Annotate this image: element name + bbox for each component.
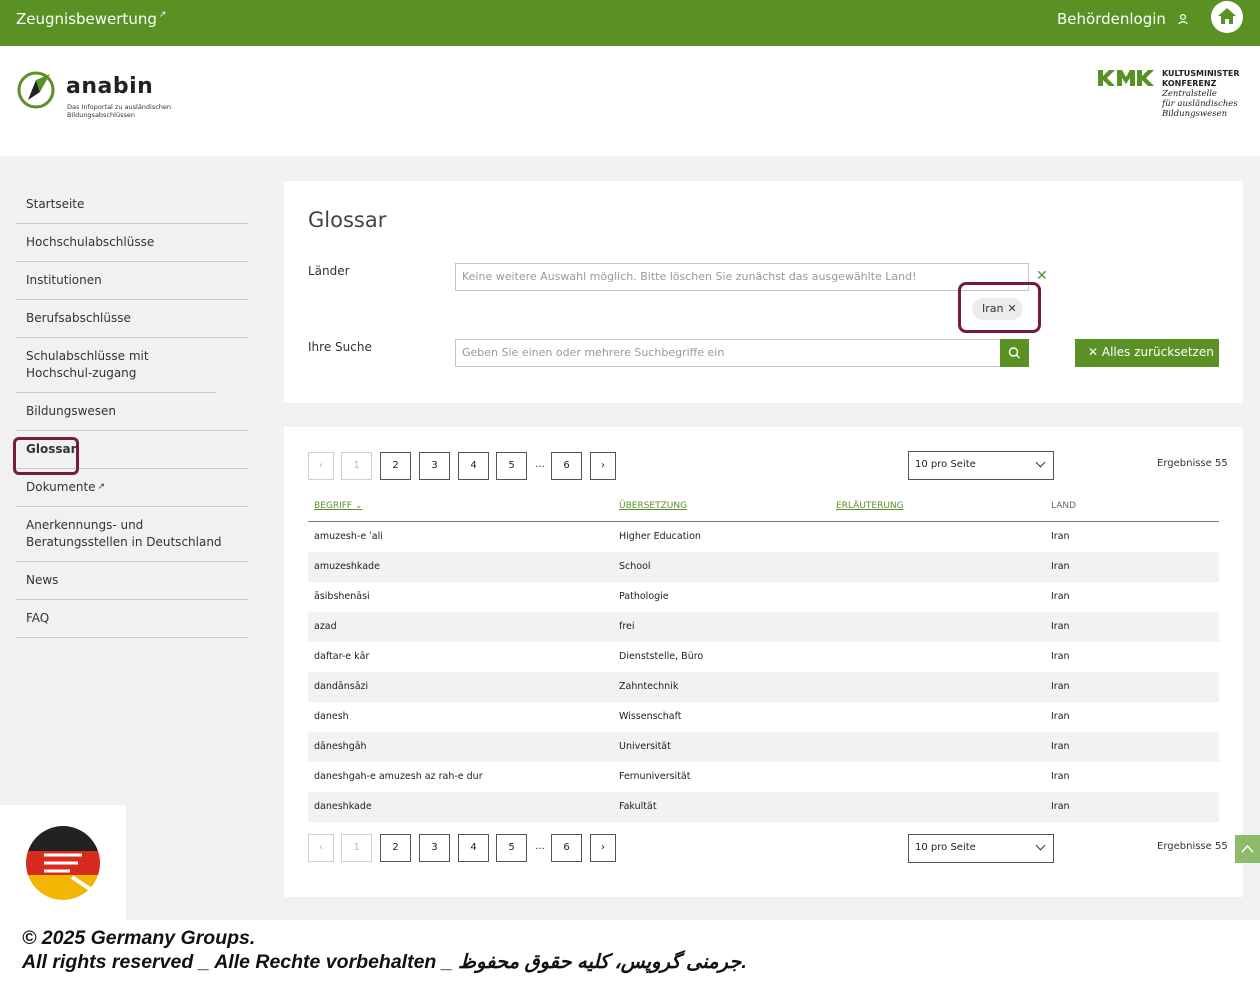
close-icon: ✕ [1088,345,1102,359]
search-panel: Glossar Länder Keine weitere Auswahl mög… [284,181,1243,403]
copyright-notice: © 2025 Germany Groups. All rights reserv… [22,927,747,973]
per-page-select[interactable]: 10 pro Seite [908,834,1054,863]
chevron-down-icon: ⌄ [354,501,363,511]
user-icon [1177,13,1188,25]
result-count: Ergebnisse 55 [1157,841,1228,852]
page-button[interactable]: 5 [496,834,527,862]
search-icon [1008,347,1020,359]
sidebar-item-hochschulabschluesse[interactable]: Hochschulabschlüsse [16,224,248,262]
column-header-begriff[interactable]: BEGRIFF ⌄ [314,501,363,511]
column-header-land: LAND [1051,501,1077,511]
sidebar-nav: Startseite Hochschulabschlüsse Instituti… [16,186,248,638]
highlight-frame [958,282,1041,333]
prev-page-button[interactable]: ‹ [308,452,334,480]
search-button[interactable] [1000,339,1029,367]
results-panel: ‹ 1 2 3 4 5 ... 6 › 10 pro Seite Ergebni… [284,427,1243,897]
germany-groups-badge [0,805,126,920]
reset-all-button[interactable]: ✕ Alles zurücksetzen [1075,339,1219,367]
countries-label: Länder [308,264,350,278]
next-page-button[interactable]: › [590,452,616,480]
sidebar-item-startseite[interactable]: Startseite [16,186,248,224]
prev-page-button[interactable]: ‹ [308,834,334,862]
query-label: Ihre Suche [308,340,372,354]
table-row[interactable]: āsibshenāsi Pathologie Iran [308,582,1219,612]
chevron-up-icon [1241,844,1254,853]
page-button[interactable]: 3 [419,452,450,480]
table-row[interactable]: daneshgah-e amuzesh az rah-e dur Fernuniv… [308,762,1219,792]
page-title: Glossar [308,208,387,232]
zeugnisbewertung-link[interactable]: Zeugnisbewertung ↗ [16,10,166,28]
sidebar-item-news[interactable]: News [16,562,248,600]
table-row[interactable]: daftar-e kār Dienststelle, Büro Iran [308,642,1219,672]
external-link-icon: ↗ [97,482,106,492]
sidebar-item-institutionen[interactable]: Institutionen [16,262,248,300]
table-row[interactable]: dāneshgāh Universität Iran [308,732,1219,762]
sidebar-item-bildungswesen[interactable]: Bildungswesen [16,393,248,431]
per-page-select[interactable]: 10 pro Seite [908,451,1054,480]
page-button[interactable]: 6 [551,834,582,862]
home-icon [1218,8,1236,24]
table-row[interactable]: amuzeshkade School Iran [308,552,1219,582]
site-header: anabin Das Infoportal zu ausländischen B… [0,46,1260,156]
table-row[interactable]: daneshkade Fakultät Iran [308,792,1219,822]
pagination-ellipsis: ... [533,452,547,480]
highlight-frame [13,437,79,475]
page-button[interactable]: 3 [419,834,450,862]
result-count: Ergebnisse 55 [1157,458,1228,469]
search-input[interactable]: Geben Sie einen oder mehrere Suchbegriff… [455,339,1001,367]
sidebar-item-schulabschluesse[interactable]: Schulabschlüsse mit Hochschul-zugang [16,338,216,393]
behoerdenlogin-link[interactable]: Behördenlogin [1057,10,1189,28]
page-button[interactable]: 2 [380,834,411,862]
page-button[interactable]: 4 [458,834,489,862]
logo-tagline: Das Infoportal zu ausländischen Bildungs… [67,103,172,119]
scroll-to-top-button[interactable] [1235,835,1260,863]
top-bar: Zeugnisbewertung ↗ Behördenlogin [0,0,1260,46]
table-row[interactable]: danesh Wissenschaft Iran [308,702,1219,732]
page-button[interactable]: 1 [341,834,372,862]
column-header-erlaeuterung[interactable]: ERLÄUTERUNG [836,501,904,511]
page-button[interactable]: 4 [458,452,489,480]
chevron-down-icon [1035,840,1046,851]
clear-countries-icon[interactable]: ✕ [1036,268,1048,284]
countries-input[interactable]: Keine weitere Auswahl möglich. Bitte lös… [455,263,1029,291]
table-row[interactable]: amuzesh-e ˈali Higher Education Iran [308,522,1219,552]
column-header-uebersetzung[interactable]: ÜBERSETZUNG [619,501,687,511]
anabin-logo-icon[interactable] [16,70,56,110]
page-button[interactable]: 5 [496,452,527,480]
pagination-ellipsis: ... [533,834,547,862]
external-link-icon: ↗ [158,10,167,20]
sidebar-item-anerkennungsstellen[interactable]: Anerkennungs- und Beratungsstellen in De… [16,507,248,562]
results-table: amuzesh-e ˈali Higher Education Iran amuze… [308,522,1219,822]
kmk-logo-icon[interactable] [1098,68,1154,88]
logo-name: anabin [66,74,154,99]
next-page-button[interactable]: › [590,834,616,862]
page-button[interactable]: 1 [341,452,372,480]
page-button[interactable]: 2 [380,452,411,480]
sidebar-item-faq[interactable]: FAQ [16,600,248,638]
home-button[interactable] [1211,1,1243,33]
table-row[interactable]: dandānsāzi Zahntechnik Iran [308,672,1219,702]
germany-groups-logo-icon [26,826,100,900]
table-row[interactable]: azad frei Iran [308,612,1219,642]
chevron-down-icon [1035,457,1046,468]
sidebar-item-berufsabschluesse[interactable]: Berufsabschlüsse [16,300,248,338]
page-button[interactable]: 6 [551,452,582,480]
kmk-wordmark: KULTUSMINISTER KONFERENZ Zentralstelle f… [1162,69,1240,119]
